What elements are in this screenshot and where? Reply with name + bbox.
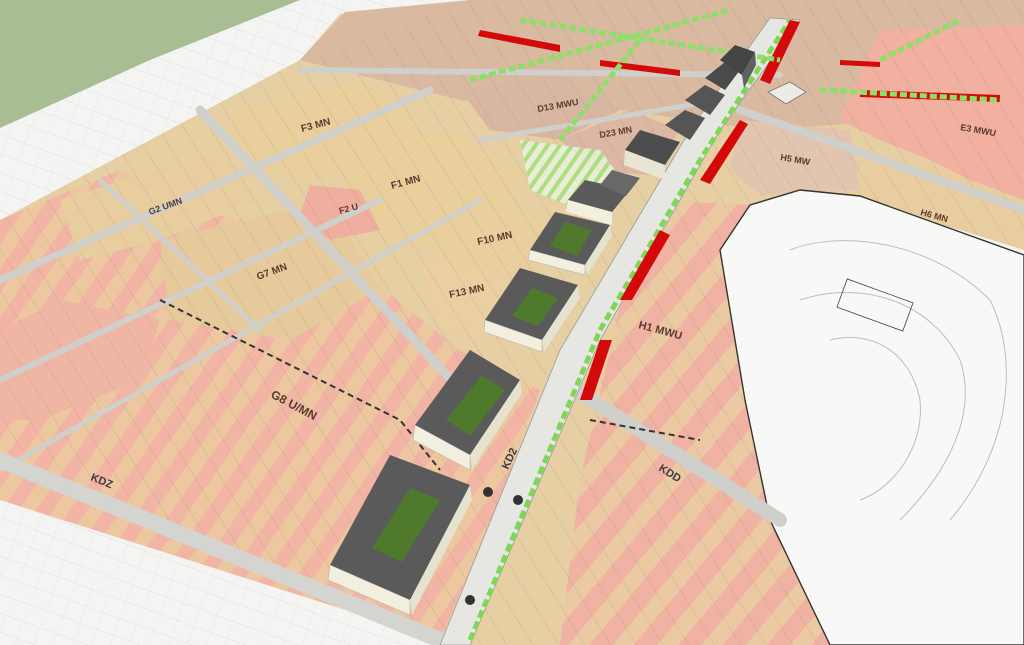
urban-plan-3d-scene: G8 U/MN G7 MN F1 MN F3 MN F10 MN F13 MN … <box>0 0 1024 645</box>
